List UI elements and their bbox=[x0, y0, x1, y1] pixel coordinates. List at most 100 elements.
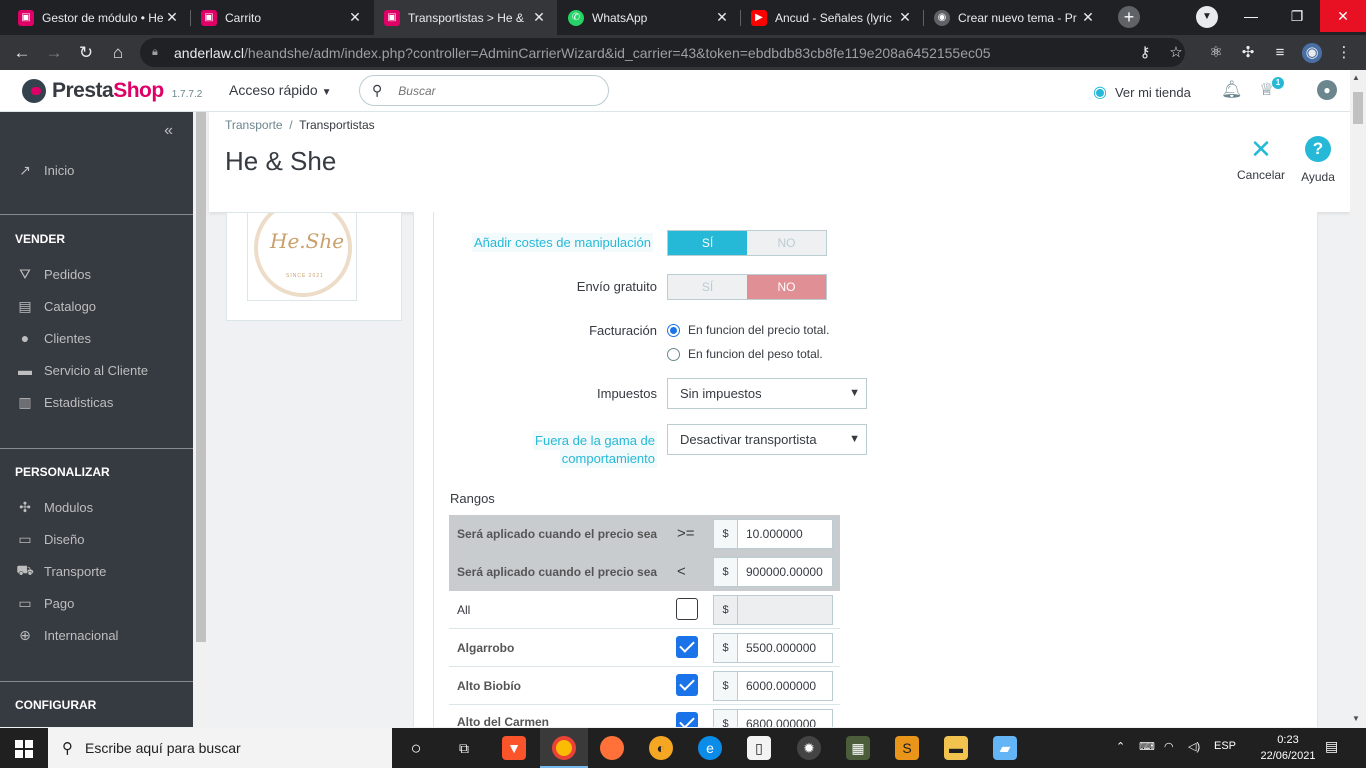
radio-unselected-icon[interactable] bbox=[667, 347, 680, 361]
zone-price-input[interactable]: $ 6800.000000 bbox=[713, 709, 833, 727]
browser-tab[interactable]: ◉ Crear nuevo tema - Pr ✕ bbox=[924, 0, 1106, 35]
chrome-icon[interactable] bbox=[552, 736, 576, 760]
restore-button[interactable]: ❐ bbox=[1274, 0, 1320, 32]
home-icon[interactable]: ⌂ bbox=[106, 41, 130, 65]
zone-checkbox[interactable] bbox=[676, 636, 698, 658]
switch-yes-option[interactable]: SÍ bbox=[668, 231, 747, 255]
sidebar-item-inicio[interactable]: ↗ Inicio bbox=[0, 155, 193, 185]
back-arrow-icon[interactable]: ← bbox=[10, 41, 34, 65]
puzzle-icon[interactable]: ✣ bbox=[1238, 43, 1258, 63]
notifications-icon[interactable]: ▤ bbox=[1325, 738, 1338, 755]
key-icon[interactable]: ⚷ bbox=[1135, 43, 1155, 63]
sidebar-scroll-thumb[interactable] bbox=[196, 112, 206, 642]
firefox-icon[interactable] bbox=[600, 736, 624, 760]
radio-selected-icon[interactable] bbox=[667, 323, 680, 337]
keyboard-icon[interactable]: ⌨ bbox=[1139, 740, 1155, 753]
sidebar-item-transporte[interactable]: ⛟ Transporte bbox=[0, 556, 193, 586]
user-account-icon[interactable]: ● bbox=[1317, 80, 1337, 100]
zone-price-input[interactable]: $ bbox=[713, 595, 833, 625]
zone-checkbox[interactable] bbox=[676, 674, 698, 696]
address-bar[interactable]: 🔒︎ anderlaw.cl/heandshe/adm/index.php?co… bbox=[140, 38, 1185, 67]
close-icon[interactable]: ✕ bbox=[347, 9, 363, 26]
range-value[interactable]: 10.000000 bbox=[738, 520, 832, 548]
zone-price-value[interactable]: 6000.000000 bbox=[738, 672, 832, 700]
zone-price-input[interactable]: $ 6000.000000 bbox=[713, 671, 833, 701]
volume-icon[interactable]: ◁) bbox=[1188, 740, 1200, 753]
sidebar-item-internacional[interactable]: ⊕ Internacional bbox=[0, 620, 193, 650]
scroll-up-arrow-icon[interactable]: ▲ bbox=[1352, 73, 1360, 82]
minimize-button[interactable]: — bbox=[1228, 0, 1274, 32]
out-of-range-select[interactable]: Desactivar transportista ▼ bbox=[667, 424, 867, 455]
switch-no-option[interactable]: NO bbox=[747, 275, 826, 299]
range-min-input[interactable]: $ 10.000000 bbox=[713, 519, 833, 549]
sidebar-item-servicio-cliente[interactable]: ▬ Servicio al Cliente bbox=[0, 355, 193, 385]
view-shop-link[interactable]: ◉ Ver mi tienda bbox=[1093, 82, 1191, 102]
close-window-button[interactable]: ✕ bbox=[1320, 0, 1366, 32]
forward-arrow-icon[interactable]: → bbox=[42, 41, 66, 65]
sidebar-item-estadisticas[interactable]: ▥ Estadisticas bbox=[0, 387, 193, 417]
browser-tab[interactable]: ✆ WhatsApp ✕ bbox=[558, 0, 740, 35]
cancel-button[interactable]: ✕ Cancelar bbox=[1237, 134, 1285, 182]
zone-checkbox[interactable] bbox=[676, 598, 698, 620]
chevron-up-icon[interactable]: ⌃ bbox=[1116, 740, 1125, 753]
browser-tab[interactable]: ▣ Carrito ✕ bbox=[191, 0, 373, 35]
browser-tab[interactable]: ▶ Ancud - Señales (lyric ✕ bbox=[741, 0, 923, 35]
billing-radio-price[interactable]: En funcion del precio total. bbox=[667, 323, 829, 337]
range-max-input[interactable]: $ 900000.00000 bbox=[713, 557, 833, 587]
scroll-down-arrow-icon[interactable]: ▼ bbox=[1352, 714, 1360, 723]
brave-icon[interactable]: ▼ bbox=[502, 736, 526, 760]
search-input[interactable] bbox=[398, 83, 579, 98]
file-explorer-icon[interactable]: ▬ bbox=[944, 736, 968, 760]
reload-icon[interactable]: ↻ bbox=[74, 41, 98, 65]
admin-search[interactable]: ⚲ bbox=[359, 75, 609, 106]
notepad-app-icon[interactable]: ▰ bbox=[993, 736, 1017, 760]
collapse-sidebar-icon[interactable]: « bbox=[164, 122, 173, 140]
menu-dots-icon[interactable]: ⋮ bbox=[1334, 43, 1354, 63]
close-icon[interactable]: ✕ bbox=[531, 9, 547, 26]
document-icon[interactable]: ▯ bbox=[747, 736, 771, 760]
taskbar-clock[interactable]: 0:23 22/06/2021 bbox=[1258, 732, 1318, 764]
close-icon[interactable]: ✕ bbox=[1080, 9, 1096, 26]
sidebar-item-modulos[interactable]: ✣ Modulos bbox=[0, 492, 193, 522]
breadcrumb-link[interactable]: Transporte bbox=[225, 118, 283, 132]
free-shipping-switch[interactable]: SÍ NO bbox=[667, 274, 827, 300]
language-indicator[interactable]: ESP bbox=[1214, 740, 1236, 752]
handling-costs-switch[interactable]: SÍ NO bbox=[667, 230, 827, 256]
close-icon[interactable]: ✕ bbox=[897, 9, 913, 26]
prestashop-logo[interactable]: PrestaShop 1.7.7.2 bbox=[22, 79, 202, 103]
sidebar-item-clientes[interactable]: ● Clientes bbox=[0, 323, 193, 353]
sidebar-item-diseno[interactable]: ▭ Diseño bbox=[0, 524, 193, 554]
browser-tab-active[interactable]: ▣ Transportistas > He & ✕ bbox=[374, 0, 557, 35]
terminal-app-icon[interactable]: ▦ bbox=[846, 736, 870, 760]
edge-icon[interactable]: e bbox=[698, 736, 722, 760]
windows-start-icon[interactable] bbox=[0, 728, 48, 768]
star-icon[interactable]: ☆ bbox=[1166, 43, 1186, 63]
zone-checkbox[interactable] bbox=[676, 712, 698, 727]
close-icon[interactable]: ✕ bbox=[164, 9, 180, 26]
wifi-icon[interactable]: ◠ bbox=[1164, 740, 1174, 753]
app-settings-icon[interactable]: ✹ bbox=[797, 736, 821, 760]
browser-tab[interactable]: ▣ Gestor de módulo • He ✕ bbox=[8, 0, 190, 35]
close-icon[interactable]: ✕ bbox=[714, 9, 730, 26]
sidebar-item-pedidos[interactable]: ⛛ Pedidos bbox=[0, 259, 193, 289]
vpn-shield-icon[interactable]: ◐ bbox=[649, 736, 673, 760]
page-scrollbar[interactable] bbox=[1350, 70, 1366, 727]
page-scroll-thumb[interactable] bbox=[1353, 92, 1363, 124]
zone-price-value[interactable] bbox=[738, 596, 832, 624]
sidebar-item-catalogo[interactable]: ▤ Catalogo bbox=[0, 291, 193, 321]
taskbar-search[interactable]: ⚲ Escribe aquí para buscar bbox=[48, 728, 392, 768]
tax-select[interactable]: Sin impuestos ▼ bbox=[667, 378, 867, 409]
extension-react-icon[interactable]: ⚛ bbox=[1206, 43, 1226, 63]
zone-price-value[interactable]: 5500.000000 bbox=[738, 634, 832, 662]
task-view-icon[interactable]: ⧉ bbox=[452, 736, 476, 760]
profile-avatar-icon[interactable]: ◉ bbox=[1302, 43, 1322, 63]
cortana-icon[interactable]: ○ bbox=[404, 736, 428, 760]
bell-icon[interactable]: 🔔︎ bbox=[1221, 80, 1243, 100]
zone-price-value[interactable]: 6800.000000 bbox=[738, 710, 832, 727]
new-tab-button[interactable]: + bbox=[1118, 6, 1140, 28]
switch-yes-option[interactable]: SÍ bbox=[668, 275, 747, 299]
range-value[interactable]: 900000.00000 bbox=[738, 558, 832, 586]
quick-access-dropdown[interactable]: Acceso rápido ▼ bbox=[229, 82, 332, 98]
help-button[interactable]: ? Ayuda bbox=[1299, 134, 1337, 184]
media-icon[interactable]: ≡ bbox=[1270, 43, 1290, 63]
